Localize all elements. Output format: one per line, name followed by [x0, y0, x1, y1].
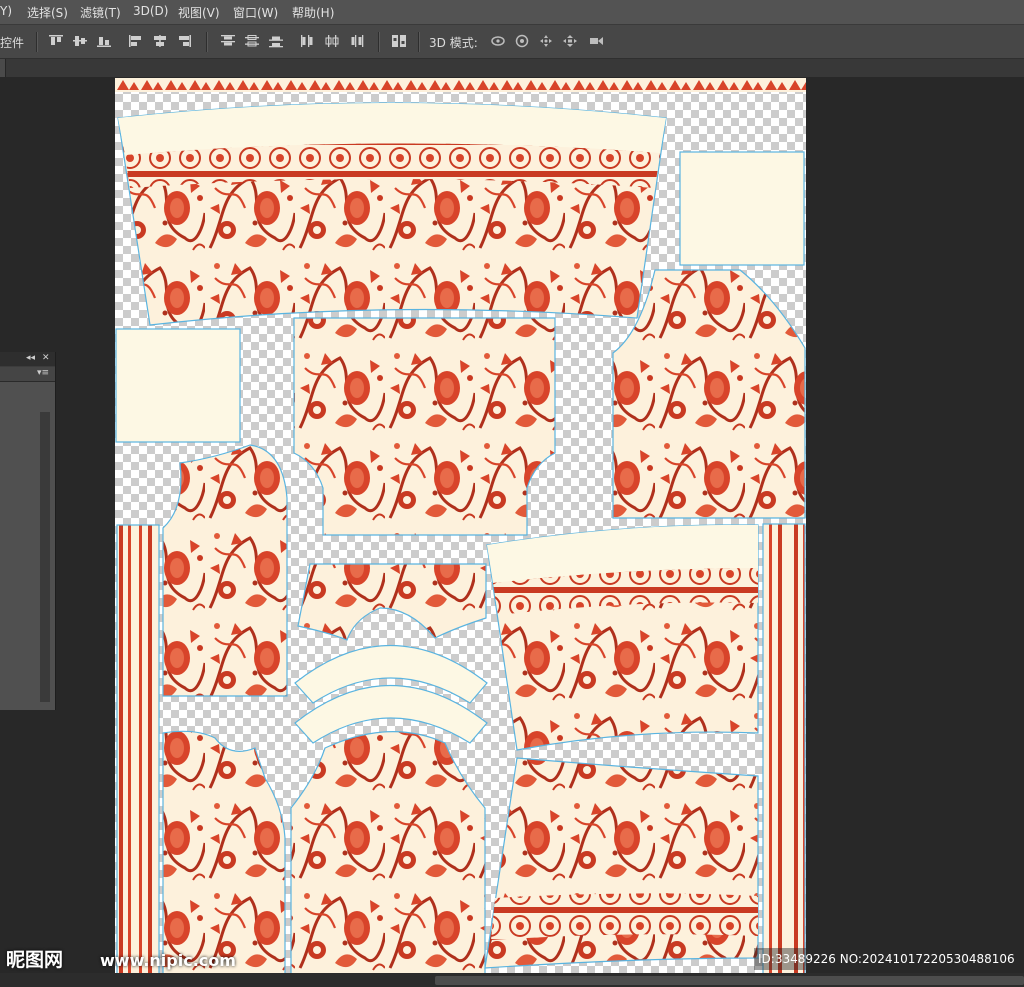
distribute-left-icon[interactable] — [300, 34, 316, 48]
separator — [36, 32, 38, 52]
panel-header: ◂◂ ✕ — [0, 352, 55, 366]
menu-item-window[interactable]: 窗口(W) — [233, 4, 278, 21]
pattern-piece-front-left[interactable] — [162, 444, 288, 697]
menu-bar: Y) 选择(S) 滤镜(T) 3D(D) 视图(V) 窗口(W) 帮助(H) — [0, 0, 1024, 25]
floating-panel: ◂◂ ✕ ▾≡ — [0, 352, 56, 710]
menu-item-view[interactable]: 视图(V) — [178, 4, 220, 21]
document-tab[interactable] — [0, 59, 6, 77]
pattern-piece-back-bodice[interactable] — [293, 317, 556, 536]
watermark-id: ID:33489226 NO:20241017220530488106 — [754, 948, 1024, 970]
options-bar: 控件 3D 模式: — [0, 25, 1024, 59]
panel-tab-row: ▾≡ — [0, 367, 55, 382]
3d-mode-label: 3D 模式: — [429, 36, 478, 50]
align-bottom-icon[interactable] — [96, 34, 112, 48]
align-right-icon[interactable] — [176, 34, 192, 48]
distribute-right-icon[interactable] — [348, 34, 364, 48]
show-transform-controls-label[interactable]: 控件 — [0, 34, 24, 51]
pattern-top-strip — [115, 78, 806, 92]
align-left-icon[interactable] — [128, 34, 144, 48]
separator — [206, 32, 208, 52]
panel-collapse-button[interactable]: ◂◂ — [26, 353, 35, 363]
document-canvas[interactable] — [115, 78, 806, 987]
distribute-vcenter-icon[interactable] — [244, 34, 260, 48]
pattern-piece-pocket-right[interactable] — [679, 151, 805, 266]
auto-align-icon[interactable] — [391, 34, 407, 48]
align-top-icon[interactable] — [48, 34, 64, 48]
pattern-piece-pocket-left[interactable] — [115, 328, 241, 443]
align-hcenter-icon[interactable] — [152, 34, 168, 48]
horizontal-scrollbar[interactable] — [0, 973, 1024, 987]
panel-scrollbar[interactable] — [40, 412, 50, 702]
separator — [378, 32, 380, 52]
distribute-hcenter-icon[interactable] — [324, 34, 340, 48]
pattern-piece-band-left[interactable] — [116, 524, 160, 986]
menu-item-select[interactable]: 选择(S) — [27, 4, 68, 21]
separator — [418, 32, 420, 52]
menu-item-filter[interactable]: 滤镜(T) — [80, 4, 121, 21]
scale-3d-icon[interactable] — [588, 34, 604, 48]
slide-3d-icon[interactable] — [562, 34, 578, 48]
watermark-url: www.nipic.com — [100, 951, 236, 970]
align-vcenter-icon[interactable] — [72, 34, 88, 48]
distribute-top-icon[interactable] — [220, 34, 236, 48]
panel-menu-icon[interactable]: ▾≡ — [37, 368, 49, 378]
distribute-bottom-icon[interactable] — [268, 34, 284, 48]
pattern-piece-skirt-right[interactable] — [486, 524, 759, 751]
pattern-piece-band-right[interactable] — [762, 523, 806, 987]
pattern-piece-skirt-lower[interactable] — [484, 757, 759, 969]
watermark-logo: 昵图网 — [6, 949, 64, 971]
document-tab-strip — [0, 59, 1024, 77]
rotate-3d-icon[interactable] — [490, 34, 506, 48]
scrollbar-thumb[interactable] — [435, 976, 1024, 985]
roll-3d-icon[interactable] — [514, 34, 530, 48]
panel-close-button[interactable]: ✕ — [42, 353, 50, 363]
menu-item-image[interactable]: Y) — [0, 4, 12, 18]
menu-item-help[interactable]: 帮助(H) — [292, 4, 334, 21]
pattern-piece-sleeve-center[interactable] — [290, 731, 486, 987]
drag-3d-icon[interactable] — [538, 34, 554, 48]
menu-item-3d[interactable]: 3D(D) — [133, 4, 168, 18]
pattern-piece-skirt-upper[interactable] — [117, 102, 667, 326]
